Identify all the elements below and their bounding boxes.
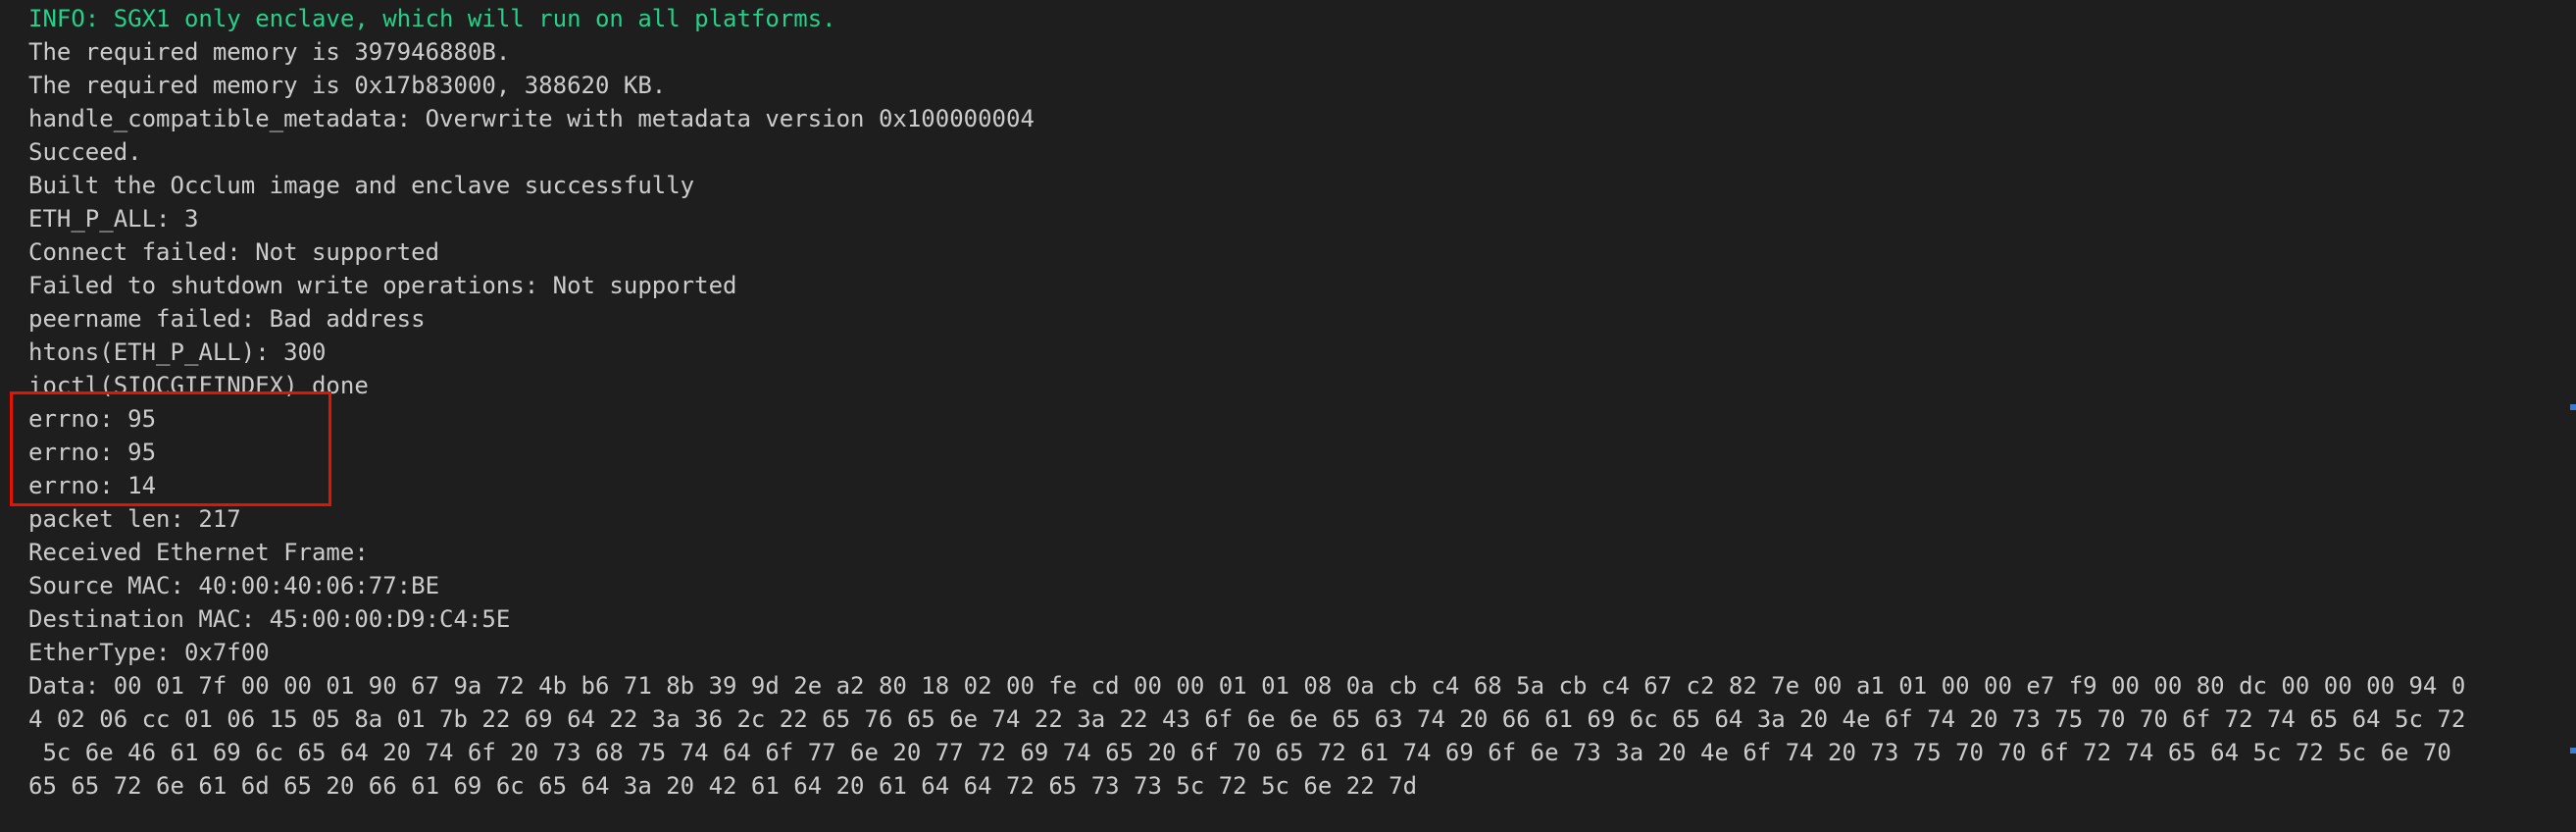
terminal-line: Data: 00 01 7f 00 00 01 90 67 9a 72 4b b…: [28, 672, 2466, 700]
terminal-line: htons(ETH_P_ALL): 300: [28, 338, 327, 366]
terminal-line: The required memory is 397946880B.: [28, 38, 511, 66]
terminal-line: ioctl(SIOCGIFINDEX) done: [28, 372, 369, 399]
terminal-line: Received Ethernet Frame:: [28, 539, 369, 566]
terminal-line: Built the Occlum image and enclave succe…: [28, 172, 695, 199]
terminal-line: 5c 6e 46 61 69 6c 65 64 20 74 6f 20 73 6…: [28, 739, 2451, 766]
terminal-line: EtherType: 0x7f00: [28, 639, 270, 666]
scrollbar-marker-top: [2570, 404, 2576, 410]
terminal-output[interactable]: INFO: SGX1 only enclave, which will run …: [0, 0, 2576, 832]
terminal-line: 65 65 72 6e 61 6d 65 20 66 61 69 6c 65 6…: [28, 772, 1418, 800]
terminal-line: Succeed.: [28, 138, 142, 166]
terminal-line: Connect failed: Not supported: [28, 238, 440, 266]
terminal-lines: INFO: SGX1 only enclave, which will run …: [28, 2, 2576, 803]
terminal-line: packet len: 217: [28, 505, 241, 533]
terminal-line: Destination MAC: 45:00:00:D9:C4:5E: [28, 605, 511, 633]
terminal-line: errno: 14: [28, 472, 157, 499]
terminal-line: INFO: SGX1 only enclave, which will run …: [28, 5, 836, 32]
terminal-line: errno: 95: [28, 439, 157, 466]
errno-highlight-box: [10, 391, 331, 506]
terminal-line: ETH_P_ALL: 3: [28, 205, 199, 233]
terminal-line: The required memory is 0x17b83000, 38862…: [28, 72, 667, 99]
terminal-line: 4 02 06 cc 01 06 15 05 8a 01 7b 22 69 64…: [28, 705, 2466, 733]
terminal-line: handle_compatible_metadata: Overwrite wi…: [28, 105, 1035, 132]
terminal-line: peername failed: Bad address: [28, 305, 426, 333]
terminal-line: Source MAC: 40:00:40:06:77:BE: [28, 572, 440, 599]
scrollbar-marker-bottom: [2570, 748, 2576, 754]
terminal-line: errno: 95: [28, 405, 157, 433]
terminal-line: Failed to shutdown write operations: Not…: [28, 272, 737, 299]
